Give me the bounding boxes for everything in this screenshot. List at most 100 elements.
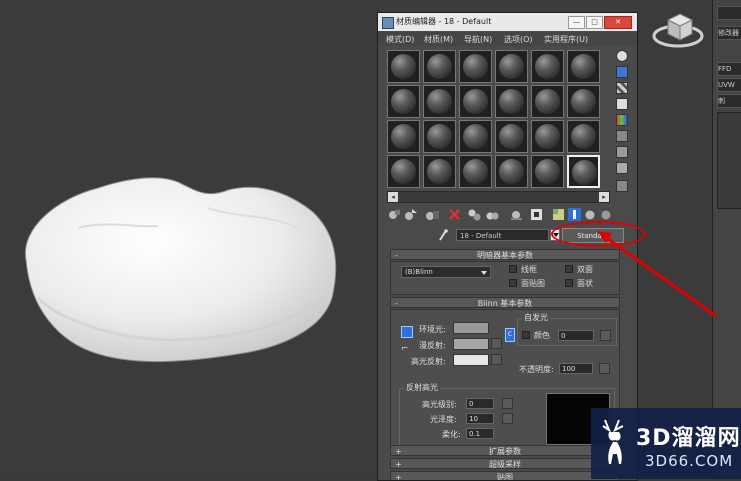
material-sphere-icon <box>499 54 524 79</box>
modifier-other[interactable]: 刺 <box>717 94 741 108</box>
modifier-uvw[interactable]: UVW <box>717 78 741 92</box>
maps-header[interactable]: + 贴图 <box>390 471 620 480</box>
glossiness-map-button[interactable] <box>502 413 513 424</box>
opacity-spinner[interactable]: 100 <box>559 363 593 374</box>
faceted-label: 面状 <box>577 279 593 288</box>
diffuse-color-swatch[interactable] <box>453 338 489 350</box>
glossiness-spinner[interactable]: 10 <box>466 413 494 424</box>
material-slot[interactable] <box>531 120 564 153</box>
blinn-basic-panel: ⌐ 环境光: 漫反射: C 高光反射: 自发光 颜色 0 不透明度: 100 反… <box>390 309 620 451</box>
self-illum-map-button[interactable] <box>600 330 611 341</box>
make-unique-icon[interactable] <box>485 207 500 222</box>
material-editor-titlebar[interactable]: 材质编辑器 - 18 - Default — □ ✕ <box>378 13 637 31</box>
blinn-basic-header[interactable]: - Blinn 基本参数 <box>390 297 620 308</box>
select-by-material-icon[interactable] <box>616 162 628 174</box>
menu-material[interactable]: 材质(M) <box>424 34 453 45</box>
material-slot[interactable] <box>531 85 564 118</box>
menu-mode[interactable]: 模式(D) <box>386 34 414 45</box>
material-slot[interactable] <box>423 155 456 188</box>
material-slot[interactable] <box>495 120 528 153</box>
specular-level-map-button[interactable] <box>502 398 513 409</box>
rock-model[interactable] <box>18 168 338 368</box>
background-icon[interactable] <box>616 82 628 94</box>
get-material-icon[interactable] <box>387 207 402 222</box>
uv-tiling-icon[interactable] <box>616 98 628 110</box>
material-navigator-icon[interactable] <box>616 180 628 192</box>
material-slot[interactable] <box>459 50 492 83</box>
modifier-ffd[interactable]: FFD <box>717 62 741 76</box>
self-illum-color-checkbox[interactable] <box>522 331 530 339</box>
soften-label: 柔化: <box>442 430 461 439</box>
put-to-library-icon[interactable] <box>509 207 524 222</box>
reset-material-icon[interactable] <box>447 207 462 222</box>
material-slot[interactable] <box>495 85 528 118</box>
shader-basic-header[interactable]: - 明暗器基本参数 <box>390 249 620 260</box>
video-color-check-icon[interactable] <box>616 114 628 126</box>
sample-type-icon[interactable] <box>616 50 628 62</box>
wire-checkbox[interactable] <box>509 265 517 273</box>
copy-material-icon[interactable] <box>467 207 482 222</box>
options-icon[interactable] <box>616 146 628 158</box>
material-slot[interactable] <box>567 85 600 118</box>
show-map-icon[interactable] <box>551 207 566 222</box>
material-slot[interactable] <box>531 50 564 83</box>
make-preview-icon[interactable] <box>616 130 628 142</box>
two-sided-checkbox[interactable] <box>565 265 573 273</box>
command-panel-button[interactable] <box>717 6 741 20</box>
material-slot[interactable] <box>459 155 492 188</box>
material-slot[interactable] <box>495 155 528 188</box>
faceted-checkbox[interactable] <box>565 279 573 287</box>
maximize-button[interactable]: □ <box>586 16 603 29</box>
ambient-color-swatch[interactable] <box>453 322 489 334</box>
material-id-icon[interactable] <box>529 207 544 222</box>
material-slot[interactable] <box>387 155 420 188</box>
material-slot[interactable] <box>387 120 420 153</box>
face-map-checkbox[interactable] <box>509 279 517 287</box>
extended-params-header[interactable]: + 扩展参数 <box>390 445 620 456</box>
go-forward-sibling-icon[interactable] <box>599 207 614 222</box>
self-illum-value-spinner[interactable]: 0 <box>558 330 594 341</box>
diffuse-specular-lock-button[interactable]: C <box>505 328 515 342</box>
opacity-map-button[interactable] <box>599 363 610 374</box>
menu-utilities[interactable]: 实用程序(U) <box>544 34 588 45</box>
show-end-result-icon[interactable] <box>567 207 582 222</box>
material-slot[interactable] <box>423 50 456 83</box>
material-slot[interactable] <box>567 50 600 83</box>
menu-options[interactable]: 选项(O) <box>504 34 533 45</box>
backlight-icon[interactable] <box>616 66 628 78</box>
scroll-right-icon[interactable]: ▸ <box>599 192 609 202</box>
material-slot[interactable] <box>423 85 456 118</box>
specular-color-swatch[interactable] <box>453 354 489 366</box>
material-slot[interactable] <box>387 85 420 118</box>
diffuse-map-button[interactable] <box>491 338 502 349</box>
shader-dropdown[interactable]: (B)Blinn <box>401 266 491 278</box>
specular-level-spinner[interactable]: 0 <box>466 398 494 409</box>
material-slot[interactable] <box>567 120 600 153</box>
supersampling-header[interactable]: + 超级采样 <box>390 458 620 469</box>
soften-spinner[interactable]: 0.1 <box>466 428 494 439</box>
material-slot[interactable] <box>567 155 600 188</box>
ambient-diffuse-lock-icon[interactable] <box>401 326 413 338</box>
supersampling-title: 超级采样 <box>489 460 521 469</box>
go-to-parent-icon[interactable] <box>583 207 598 222</box>
specular-map-button[interactable] <box>491 354 502 365</box>
material-slot[interactable] <box>495 50 528 83</box>
slot-scrollbar[interactable]: ◂ ▸ <box>387 191 610 203</box>
material-slot[interactable] <box>423 120 456 153</box>
material-slot[interactable] <box>459 85 492 118</box>
menu-navigation[interactable]: 导航(N) <box>464 34 492 45</box>
material-slot[interactable] <box>531 155 564 188</box>
put-to-scene-icon[interactable] <box>403 207 418 222</box>
material-sphere-icon <box>427 89 452 114</box>
modifier-stack[interactable] <box>717 112 741 209</box>
viewcube-icon[interactable] <box>650 6 706 50</box>
assign-to-selection-icon[interactable] <box>425 207 440 222</box>
material-name-field[interactable]: 18 - Default <box>456 229 549 241</box>
minimize-button[interactable]: — <box>568 16 585 29</box>
specular-highlights-title: 反射高光 <box>404 382 440 393</box>
scroll-left-icon[interactable]: ◂ <box>388 192 398 202</box>
eyedropper-icon[interactable] <box>438 229 448 241</box>
close-button[interactable]: ✕ <box>604 16 632 29</box>
material-slot[interactable] <box>459 120 492 153</box>
material-slot[interactable] <box>387 50 420 83</box>
